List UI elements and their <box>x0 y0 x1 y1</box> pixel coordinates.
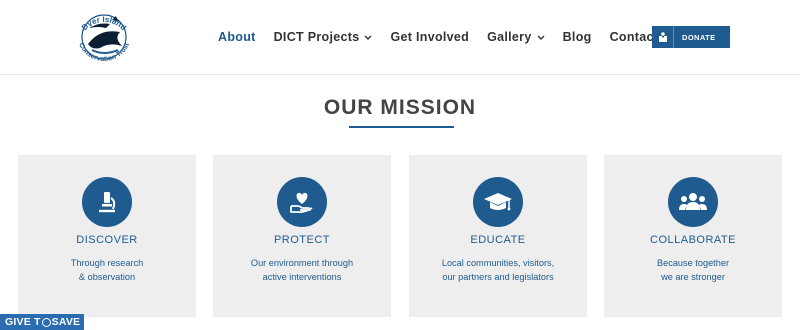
card-text-line: & observation <box>78 272 136 282</box>
nav-dict-projects-label: DICT Projects <box>273 30 360 44</box>
mission-card-educate: EDUCATE Local communities, visitors, our… <box>409 155 587 317</box>
nav-gallery-label: Gallery <box>487 30 532 44</box>
mission-card-discover: DISCOVER Through research & observation <box>18 155 196 317</box>
nav-about[interactable]: About <box>218 30 256 44</box>
donate-label: DONATE <box>674 26 730 48</box>
nav-get-involved-label: Get Involved <box>390 30 470 44</box>
card-text-line: Our environment through <box>250 258 354 268</box>
nav-blog-label: Blog <box>562 30 592 44</box>
card-text-line: Local communities, visitors, <box>441 258 555 268</box>
target-ring-icon <box>41 317 51 327</box>
chevron-down-icon <box>364 34 372 43</box>
nav-contact-label: Contact <box>609 30 659 44</box>
badge-text-start: GIVE T <box>5 316 41 328</box>
main-nav: About DICT Projects Get Involved Gallery… <box>218 27 676 47</box>
card-title: COLLABORATE <box>650 234 736 246</box>
nav-dict-projects[interactable]: DICT Projects <box>274 30 373 44</box>
nav-contact[interactable]: Contact <box>610 30 659 44</box>
nav-get-involved[interactable]: Get Involved <box>390 30 469 44</box>
microscope-icon <box>82 177 132 227</box>
give-to-save-badge[interactable]: GIVE T SAVE <box>0 314 85 330</box>
card-title: DISCOVER <box>76 234 138 246</box>
dict-logo[interactable]: Dyer Island Conservation Trust <box>70 4 138 70</box>
nav-gallery[interactable]: Gallery <box>487 30 545 44</box>
group-icon <box>668 177 718 227</box>
donate-button[interactable]: DONATE <box>652 26 730 48</box>
donation-box-icon <box>652 26 674 48</box>
badge-text-end: SAVE <box>51 316 81 328</box>
graduation-cap-icon <box>473 177 523 227</box>
title-underline <box>349 126 454 128</box>
mission-card-protect: PROTECT Our environment through active i… <box>213 155 391 317</box>
site-header: Dyer Island Conservation Trust About DIC… <box>0 0 800 75</box>
nav-about-label: About <box>218 30 256 44</box>
card-title: EDUCATE <box>470 234 526 246</box>
card-title: PROTECT <box>273 234 331 246</box>
card-text-line: active interventions <box>262 272 342 282</box>
chevron-down-icon <box>537 34 545 43</box>
card-text-line: Because together <box>656 258 730 268</box>
mission-card-collaborate: COLLABORATE Because together we are stro… <box>604 155 782 317</box>
mission-title: OUR MISSION <box>323 96 477 119</box>
card-text-line: Through research <box>70 258 144 268</box>
card-text-line: our partners and legislators <box>442 272 554 282</box>
nav-blog[interactable]: Blog <box>563 30 592 44</box>
heart-hand-icon <box>277 177 327 227</box>
card-text-line: we are stronger <box>661 272 725 282</box>
